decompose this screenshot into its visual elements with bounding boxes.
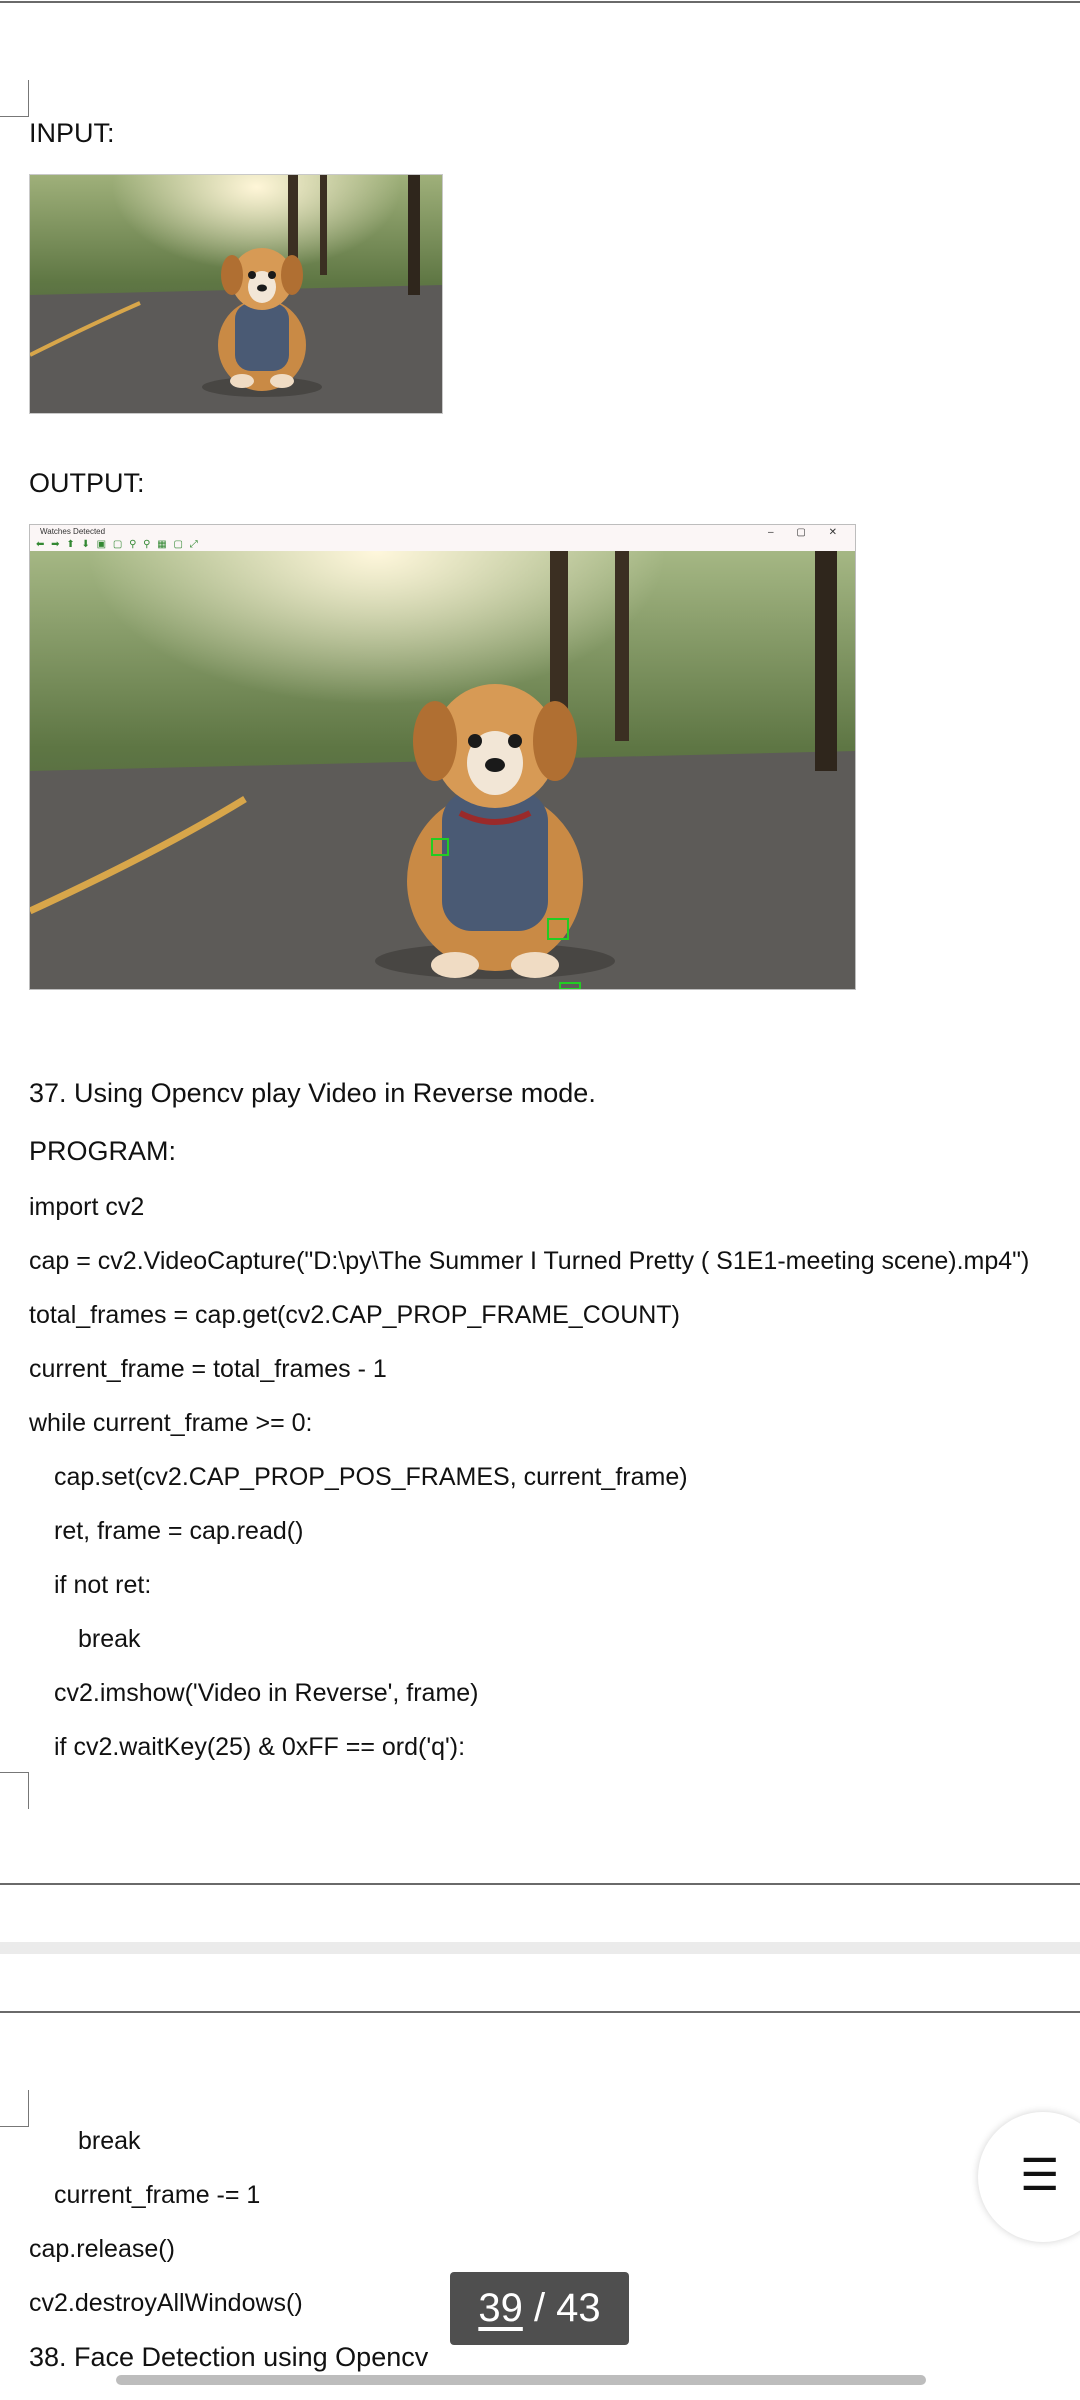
code-line: cap.release() [29, 2235, 175, 2263]
input-image [29, 174, 443, 414]
code-line: cv2.imshow('Video in Reverse', frame) [54, 1679, 479, 1707]
current-page-number[interactable]: 39 [478, 2286, 523, 2330]
page-bottom-border [0, 1883, 1080, 1885]
page-top-border [0, 1, 1080, 3]
page-top-border [0, 2011, 1080, 2013]
code-line: if not ret: [54, 1571, 152, 1599]
page-corner-mark [0, 2090, 29, 2127]
code-line: import cv2 [29, 1193, 145, 1221]
code-line: cv2.destroyAllWindows() [29, 2289, 303, 2317]
menu-button[interactable]: ☰ [978, 2112, 1080, 2242]
code-line: break [78, 2127, 141, 2155]
code-line: cap = cv2.VideoCapture("D:\py\The Summer… [29, 1247, 1030, 1275]
output-window-screenshot: Watches Detected ⬅ ➡ ⬆ ⬇ ▣ ▢ ⚲ ⚲ ▦ ▢ ⤢ –… [29, 524, 856, 990]
code-line: while current_frame >= 0: [29, 1409, 313, 1437]
input-label: INPUT: [29, 118, 115, 148]
output-image [30, 551, 855, 989]
section37-heading: 37. Using Opencv play Video in Reverse m… [29, 1078, 596, 1108]
output-window-toolbar: ⬅ ➡ ⬆ ⬇ ▣ ▢ ⚲ ⚲ ▦ ▢ ⤢ [36, 539, 200, 550]
output-window-title: Watches Detected [40, 527, 106, 536]
output-label: OUTPUT: [29, 468, 145, 498]
section38-heading: 38. Face Detection using Opencv [29, 2342, 429, 2372]
page-counter[interactable]: 39 / 43 [450, 2272, 629, 2345]
code-line: current_frame -= 1 [54, 2181, 261, 2209]
horizontal-scrollbar[interactable] [116, 2375, 926, 2385]
output-window-titlebar: Watches Detected ⬅ ➡ ⬆ ⬇ ▣ ▢ ⚲ ⚲ ▦ ▢ ⤢ –… [30, 525, 855, 551]
output-window-controls: – ▢ ✕ [768, 527, 847, 538]
page-corner-mark [0, 1772, 29, 1809]
code-line: break [78, 1625, 141, 1653]
total-pages: 43 [556, 2286, 601, 2330]
code-line: ret, frame = cap.read() [54, 1517, 304, 1545]
page-corner-mark [0, 80, 29, 117]
page-gap [0, 1942, 1080, 1954]
code-line: total_frames = cap.get(cv2.CAP_PROP_FRAM… [29, 1301, 680, 1329]
code-line: current_frame = total_frames - 1 [29, 1355, 387, 1383]
hamburger-menu-icon: ☰ [1020, 2151, 1060, 2200]
code-line: if cv2.waitKey(25) & 0xFF == ord('q'): [54, 1733, 466, 1761]
page-separator: / [522, 2286, 557, 2330]
section37-program-label: PROGRAM: [29, 1136, 177, 1166]
code-line: cap.set(cv2.CAP_PROP_POS_FRAMES, current… [54, 1463, 688, 1491]
